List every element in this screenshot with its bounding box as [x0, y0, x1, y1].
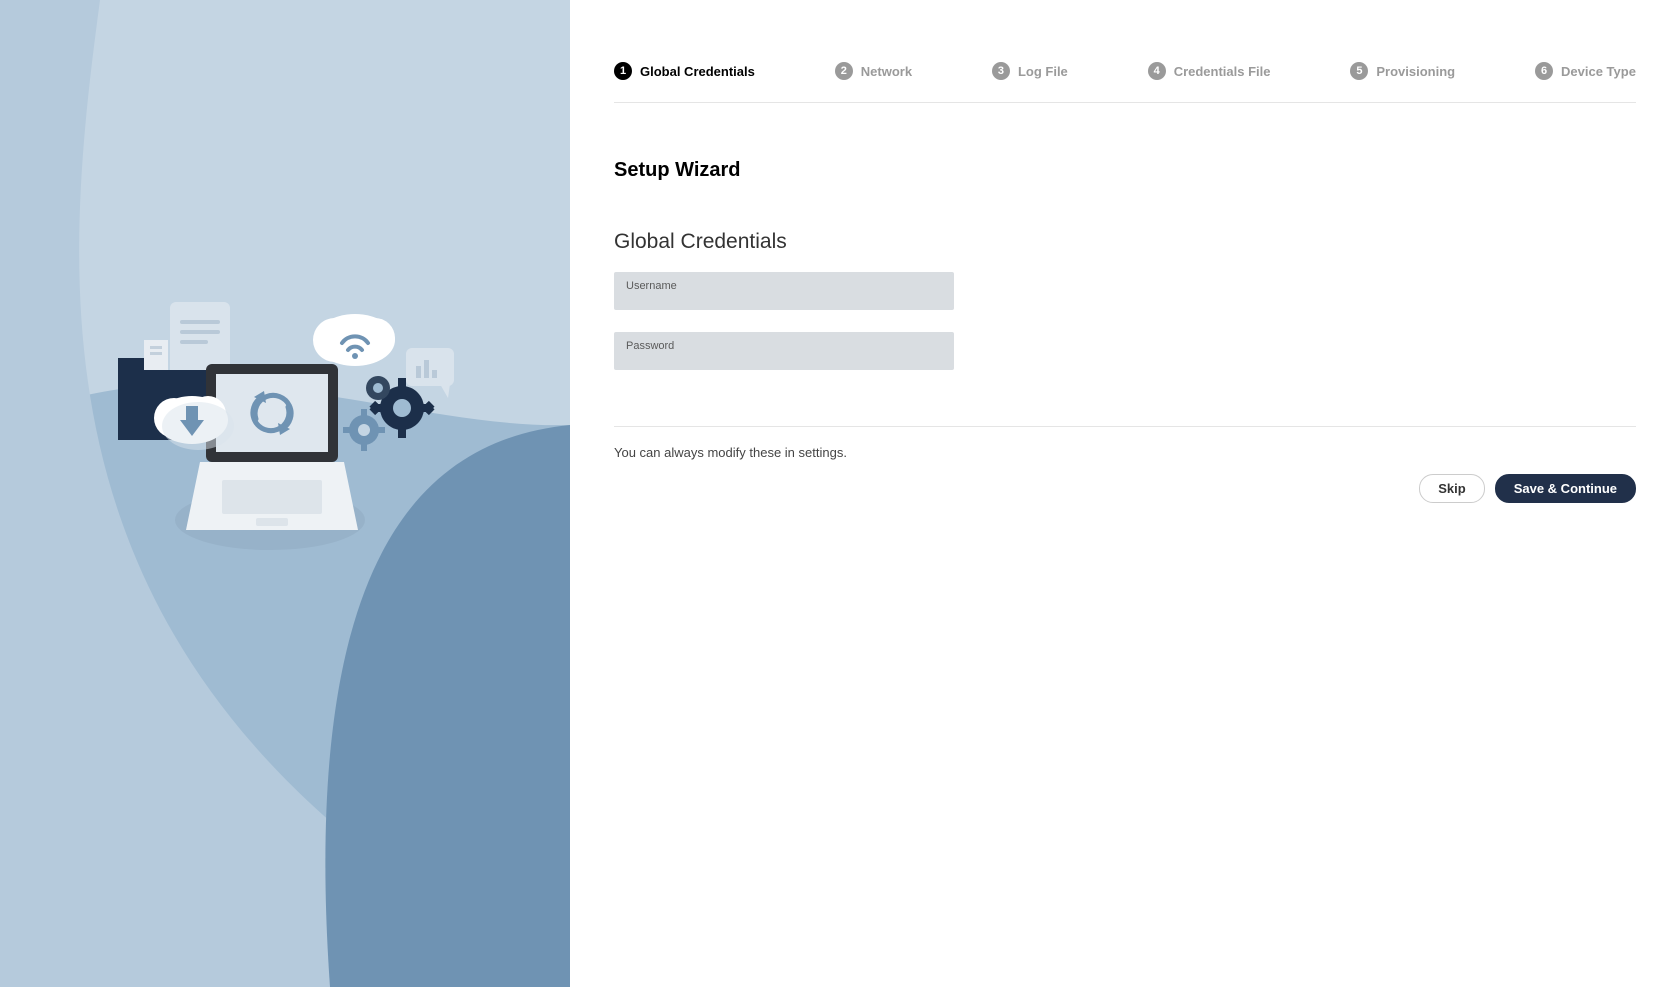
step-label: Global Credentials: [640, 64, 755, 79]
skip-button[interactable]: Skip: [1419, 474, 1484, 503]
password-input[interactable]: [626, 350, 946, 368]
step-label: Network: [861, 64, 912, 79]
step-number: 3: [992, 62, 1010, 80]
step-number: 4: [1148, 62, 1166, 80]
password-field-wrapper: Password: [614, 332, 954, 370]
step-credentials-file[interactable]: 4 Credentials File: [1148, 62, 1271, 80]
step-device-type[interactable]: 6 Device Type: [1535, 62, 1636, 80]
divider: [614, 426, 1636, 427]
wizard-stepper: 1 Global Credentials 2 Network 3 Log Fil…: [614, 0, 1636, 103]
step-number: 5: [1350, 62, 1368, 80]
step-label: Credentials File: [1174, 64, 1271, 79]
username-input[interactable]: [626, 290, 946, 308]
step-global-credentials[interactable]: 1 Global Credentials: [614, 62, 755, 80]
step-label: Log File: [1018, 64, 1068, 79]
hint-text: You can always modify these in settings.: [614, 445, 1636, 460]
actions-row: Skip Save & Continue: [614, 474, 1636, 503]
step-label: Device Type: [1561, 64, 1636, 79]
step-number: 2: [835, 62, 853, 80]
form-area: Setup Wizard Global Credentials Username…: [614, 103, 1636, 503]
content-panel: 1 Global Credentials 2 Network 3 Log Fil…: [570, 0, 1680, 987]
section-title: Global Credentials: [614, 230, 1636, 254]
step-number: 6: [1535, 62, 1553, 80]
step-label: Provisioning: [1376, 64, 1455, 79]
save-continue-button[interactable]: Save & Continue: [1495, 474, 1636, 503]
step-log-file[interactable]: 3 Log File: [992, 62, 1068, 80]
step-provisioning[interactable]: 5 Provisioning: [1350, 62, 1455, 80]
username-field-wrapper: Username: [614, 272, 954, 310]
illustration-panel: [0, 0, 570, 987]
step-number: 1: [614, 62, 632, 80]
page-title: Setup Wizard: [614, 159, 1636, 182]
step-network[interactable]: 2 Network: [835, 62, 912, 80]
